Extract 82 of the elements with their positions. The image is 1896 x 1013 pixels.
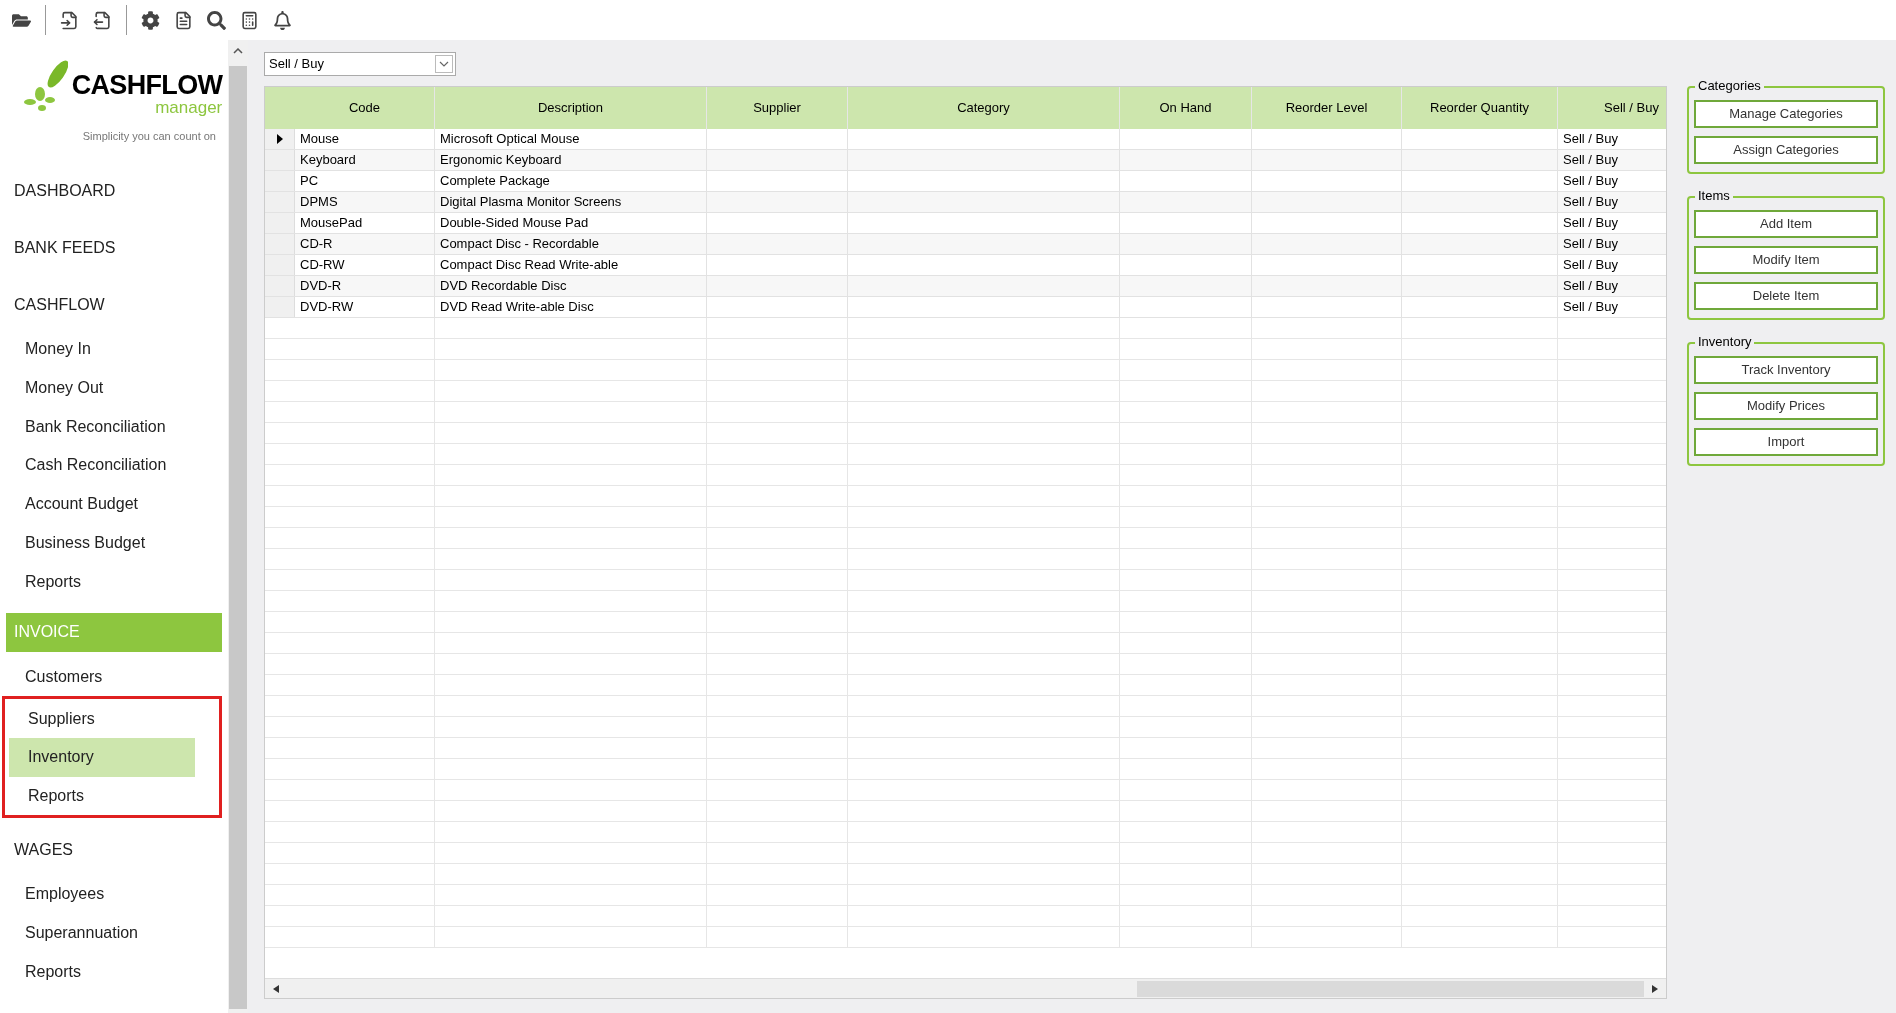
table-cell-text: DPMS <box>300 193 338 212</box>
sidebar-item[interactable]: Money In <box>6 330 222 369</box>
document-icon[interactable] <box>174 10 193 30</box>
table-cell-text: Sell / Buy <box>1563 256 1618 275</box>
table-cell-text: Double-Sided Mouse Pad <box>440 214 589 233</box>
table-row[interactable]: Keyboard Ergonomic Keyboard Sell / Buy <box>265 150 1666 171</box>
sidebar-item[interactable]: CASHFLOW <box>6 285 222 325</box>
calculator-icon[interactable] <box>240 10 259 30</box>
table-cell-text: Complete Package <box>440 172 550 191</box>
table-cell-text: Keyboard <box>300 151 356 170</box>
table-cell-text: Sell / Buy <box>1563 172 1618 191</box>
table-cell-text: Compact Disc Read Write-able <box>440 256 619 275</box>
table-cell-text: Sell / Buy <box>1563 298 1618 317</box>
sidebar-item[interactable]: Bank Reconciliation <box>6 407 222 447</box>
group-title: Categories <box>1695 78 1764 94</box>
table-row[interactable]: DVD-R DVD Recordable Disc Sell / Buy <box>265 276 1666 297</box>
sidebar-item[interactable]: DASHBOARD <box>6 172 222 211</box>
sidebar-item[interactable]: Money Out <box>6 368 222 408</box>
table-cell-text: Microsoft Optical Mouse <box>440 130 580 149</box>
action-button[interactable]: Track Inventory <box>1694 356 1878 384</box>
logo-name: CASHFLOW <box>71 71 223 99</box>
table-cell-text: DVD-R <box>300 277 342 296</box>
table-row[interactable]: DVD-RW DVD Read Write-able Disc Sell / Buy <box>265 297 1666 318</box>
sidebar-item[interactable]: Reports <box>9 776 195 816</box>
table-cell-text: Sell / Buy <box>1563 214 1618 233</box>
sidebar-item[interactable]: Reports <box>6 562 222 601</box>
action-button[interactable]: Delete Item <box>1694 282 1878 310</box>
sidebar-item[interactable]: Superannuation <box>6 913 222 953</box>
sidebar-item[interactable]: Inventory <box>9 737 195 777</box>
search-icon[interactable] <box>207 10 226 30</box>
table-cell-text: Sell / Buy <box>1563 130 1618 149</box>
sidebar-item[interactable]: Account Budget <box>6 484 222 524</box>
table-row[interactable]: Mouse Microsoft Optical Mouse Sell / Buy <box>265 129 1666 150</box>
sidebar-item[interactable]: Suppliers <box>9 699 195 738</box>
sidebar-item[interactable]: Business Budget <box>6 523 222 563</box>
table-row[interactable]: DPMS Digital Plasma Monitor Screens Sell / Buy <box>265 192 1666 213</box>
scroll-left-icon[interactable] <box>273 984 279 993</box>
sidebar-item[interactable]: WAGES <box>6 830 222 869</box>
action-button[interactable]: Modify Item <box>1694 246 1878 274</box>
table-cell-text: CD-R <box>300 235 333 254</box>
group-title: Inventory <box>1695 334 1755 350</box>
sidebar-item[interactable]: Reports <box>6 952 222 992</box>
scrollbar[interactable] <box>228 40 248 1013</box>
bell-icon[interactable] <box>273 10 292 30</box>
file-export-icon[interactable] <box>93 10 112 30</box>
scroll-right-icon[interactable] <box>1652 984 1658 993</box>
table-cell-text: DVD Recordable Disc <box>440 277 567 296</box>
table-row[interactable]: CD-R Compact Disc - Recordable Sell / Buy <box>265 234 1666 255</box>
scroll-up-icon[interactable] <box>233 48 243 54</box>
sidebar-item[interactable]: Employees <box>6 875 222 914</box>
logo-tagline: Simplicity you can count on <box>82 128 216 144</box>
sidebar-item[interactable]: BANK FEEDS <box>6 228 222 268</box>
file-import-icon[interactable] <box>60 10 79 30</box>
table-row[interactable]: MousePad Double-Sided Mouse Pad Sell / Buy <box>265 213 1666 234</box>
action-button[interactable]: Assign Categories <box>1694 136 1878 164</box>
table-cell-text: Ergonomic Keyboard <box>440 151 562 170</box>
action-button[interactable]: Import <box>1694 428 1878 456</box>
table-cell-text: MousePad <box>300 214 363 233</box>
logo-subtitle: manager <box>155 98 223 116</box>
settings-icon[interactable] <box>141 10 160 30</box>
action-button[interactable]: Manage Categories <box>1694 100 1878 128</box>
action-button[interactable]: Add Item <box>1694 210 1878 238</box>
table-row[interactable]: PC Complete Package Sell / Buy <box>265 171 1666 192</box>
current-row-icon <box>276 134 283 144</box>
chevron-down-icon <box>435 55 453 73</box>
table-cell-text: PC <box>300 172 319 191</box>
table-cell-text: Sell / Buy <box>1563 277 1618 296</box>
horizontal-scrollbar[interactable] <box>265 978 1666 998</box>
table-cell-text: Sell / Buy <box>1563 193 1618 212</box>
table-cell-text: CD-RW <box>300 256 345 275</box>
sidebar-item[interactable]: Cash Reconciliation <box>6 446 222 485</box>
sidebar-item[interactable]: Customers <box>6 657 222 697</box>
table-cell-text: DVD-RW <box>300 298 354 317</box>
table-cell-text: DVD Read Write-able Disc <box>440 298 594 317</box>
table-cell-text: Sell / Buy <box>1563 151 1618 170</box>
filter-dropdown[interactable]: Sell / Buy <box>264 52 456 76</box>
table-cell-text: Sell / Buy <box>1563 235 1618 254</box>
action-button[interactable]: Modify Prices <box>1694 392 1878 420</box>
table-cell-text: Digital Plasma Monitor Screens <box>440 193 622 212</box>
table-cell-text: Compact Disc - Recordable <box>440 235 599 254</box>
table-row[interactable]: CD-RW Compact Disc Read Write-able Sell / Buy <box>265 255 1666 276</box>
table-cell-text: Mouse <box>300 130 340 149</box>
